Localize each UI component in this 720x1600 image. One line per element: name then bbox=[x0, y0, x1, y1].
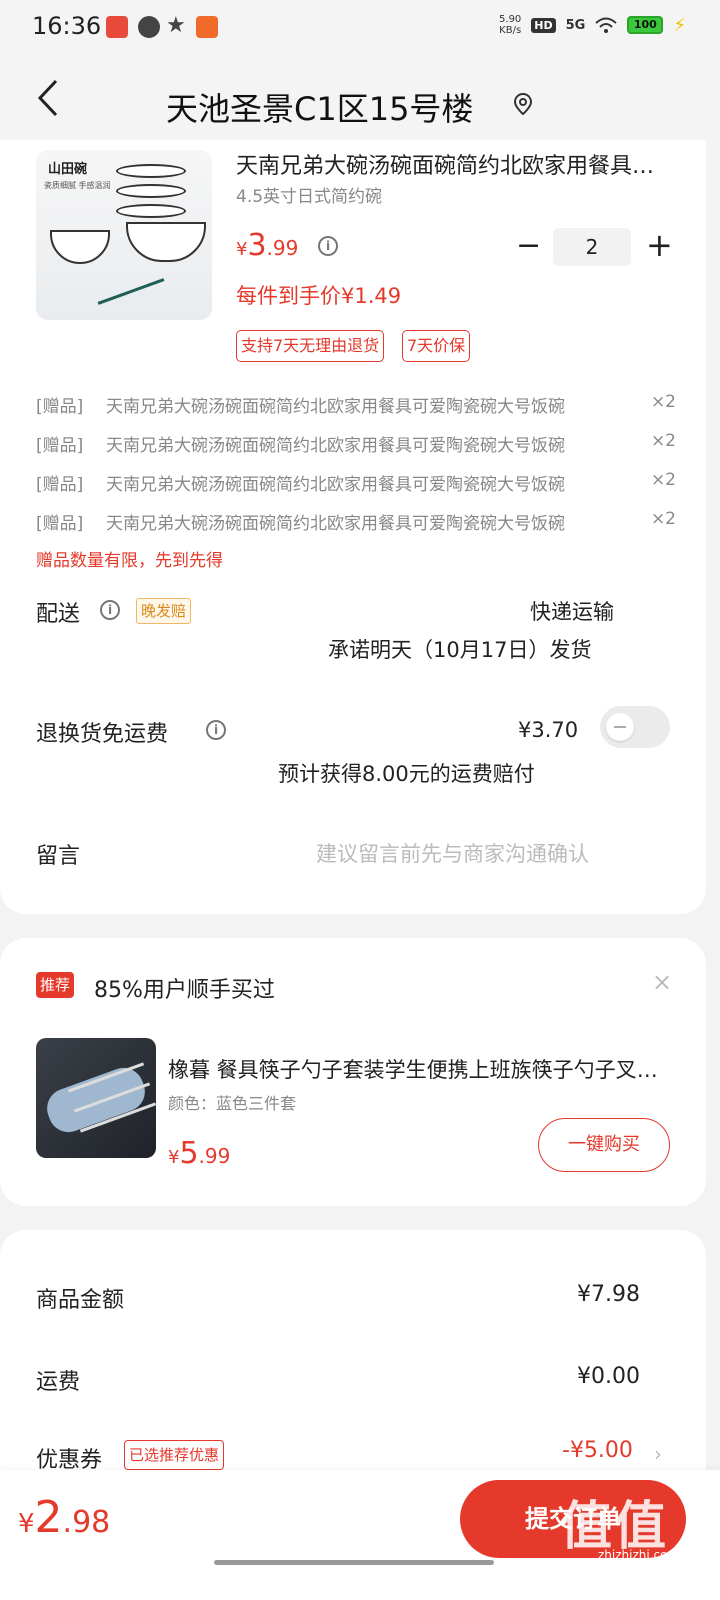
image-sub: 瓷质细腻 手感温润 bbox=[44, 181, 111, 190]
chevron-left-icon[interactable] bbox=[36, 78, 60, 128]
app-notification-icon bbox=[196, 16, 218, 38]
product-price: ¥3.99 bbox=[236, 228, 299, 263]
location-pin-icon[interactable] bbox=[514, 93, 532, 115]
delivery-promise: 承诺明天（10月17日）发货 bbox=[328, 638, 592, 662]
gift-row: [赠品] 天南兄弟大碗汤碗面碗简约北欧家用餐具可爱陶瓷碗大号饭碗 ×2 bbox=[36, 431, 676, 456]
gift-row: [赠品] 天南兄弟大碗汤碗面碗简约北欧家用餐具可爱陶瓷碗大号饭碗 ×2 bbox=[36, 470, 676, 495]
image-label: 山田碗 bbox=[48, 162, 88, 177]
one-click-buy-button[interactable]: 一键购买 bbox=[538, 1118, 670, 1172]
late-compensation-badge: 晚发赔 bbox=[136, 598, 192, 624]
info-icon[interactable]: i bbox=[100, 600, 120, 620]
return-shipping-toggle[interactable] bbox=[600, 706, 670, 748]
info-icon[interactable]: i bbox=[318, 236, 338, 256]
gift-note: 赠品数量有限，先到先得 bbox=[36, 551, 223, 571]
price-protect-tag: 7天价保 bbox=[402, 330, 471, 362]
recommend-product-image[interactable] bbox=[36, 1038, 156, 1158]
header: 天池圣景C1区15号楼 bbox=[0, 56, 720, 152]
total-price: ¥2.98 bbox=[18, 1492, 111, 1543]
product-title[interactable]: 天南兄弟大碗汤碗面碗简约北欧家用餐具可爱陶瓷碗大号饭碗 bbox=[236, 148, 676, 180]
return-shipping-label: 退换货免运费 bbox=[36, 722, 169, 747]
status-time: 16:36 bbox=[32, 12, 102, 40]
message-label: 留言 bbox=[36, 844, 81, 869]
message-input[interactable]: 建议留言前先与商家沟通确认 bbox=[316, 838, 589, 868]
delivery-label: 配送 bbox=[36, 602, 81, 627]
battery-icon: 100 bbox=[627, 16, 664, 34]
chevron-right-icon[interactable]: › bbox=[654, 1442, 662, 1466]
watermark-logo: 值值值 bbox=[560, 1497, 669, 1600]
home-indicator[interactable] bbox=[214, 1560, 494, 1565]
app-notification-icon bbox=[138, 16, 160, 38]
close-icon[interactable]: × bbox=[652, 968, 672, 996]
product-spec[interactable]: 4.5英寸日式简约碗 bbox=[236, 182, 382, 207]
signal-icon: 5G bbox=[565, 17, 586, 33]
hd-icon: HD bbox=[531, 17, 556, 33]
return-shipping-note: 预计获得8.00元的运费赔付 bbox=[278, 762, 535, 786]
info-icon[interactable]: i bbox=[206, 720, 226, 740]
star-icon: ★ bbox=[166, 13, 186, 38]
charging-icon: ⚡ bbox=[673, 14, 686, 36]
watermark-url: zhizhizhi.com bbox=[598, 1548, 680, 1562]
net-speed: 5.90 KB/s bbox=[499, 14, 522, 36]
recommend-product-color: 颜色：蓝色三件套 bbox=[168, 1094, 297, 1113]
goods-amount-row: 商品金额 ¥7.98 bbox=[36, 1282, 640, 1313]
return-shipping-price: ¥3.70 bbox=[518, 718, 579, 742]
coupon-value[interactable]: -¥5.00 bbox=[562, 1438, 633, 1463]
per-item-price: 每件到手价¥1.49 bbox=[236, 284, 402, 308]
recommend-card: 推荐 85%用户顺手买过 × 橡暮 餐具筷子勺子套装学生便携上班族筷子勺子叉子三… bbox=[0, 938, 706, 1206]
status-bar: 16:36 ★ 5.90 KB/s HD 5G 100 ⚡ bbox=[0, 0, 720, 56]
shipping-row: 运费 ¥0.00 bbox=[36, 1364, 640, 1395]
gift-row: [赠品] 天南兄弟大碗汤碗面碗简约北欧家用餐具可爱陶瓷碗大号饭碗 ×2 bbox=[36, 509, 676, 534]
recommend-price: ¥5.99 bbox=[168, 1136, 231, 1171]
order-card: 山田碗 瓷质细腻 手感温润 天南兄弟大碗汤碗面碗简约北欧家用餐具可爱陶瓷碗大号饭… bbox=[0, 140, 706, 914]
app-notification-icon bbox=[106, 16, 128, 38]
recommend-product-name[interactable]: 橡暮 餐具筷子勺子套装学生便携上班族筷子勺子叉子三件套 bbox=[168, 1054, 664, 1084]
recommend-title: 85%用户顺手买过 bbox=[94, 978, 275, 1003]
quantity-value[interactable]: 2 bbox=[553, 228, 631, 266]
product-image[interactable]: 山田碗 瓷质细腻 手感温润 bbox=[36, 150, 212, 320]
delivery-method[interactable]: 快递运输 bbox=[530, 596, 614, 626]
return-policy-tag: 支持7天无理由退货 bbox=[236, 330, 385, 362]
gift-row: [赠品] 天南兄弟大碗汤碗面碗简约北欧家用餐具可爱陶瓷碗大号饭碗 ×2 bbox=[36, 392, 676, 417]
quantity-plus-button[interactable]: + bbox=[646, 226, 673, 264]
coupon-tag: 已选推荐优惠 bbox=[124, 1440, 225, 1470]
wifi-icon bbox=[595, 17, 618, 33]
status-right: 5.90 KB/s HD 5G 100 ⚡ bbox=[499, 14, 686, 36]
quantity-minus-button[interactable]: − bbox=[516, 228, 541, 263]
address-title[interactable]: 天池圣景C1区15号楼 bbox=[166, 84, 473, 130]
recommend-badge: 推荐 bbox=[36, 972, 75, 998]
